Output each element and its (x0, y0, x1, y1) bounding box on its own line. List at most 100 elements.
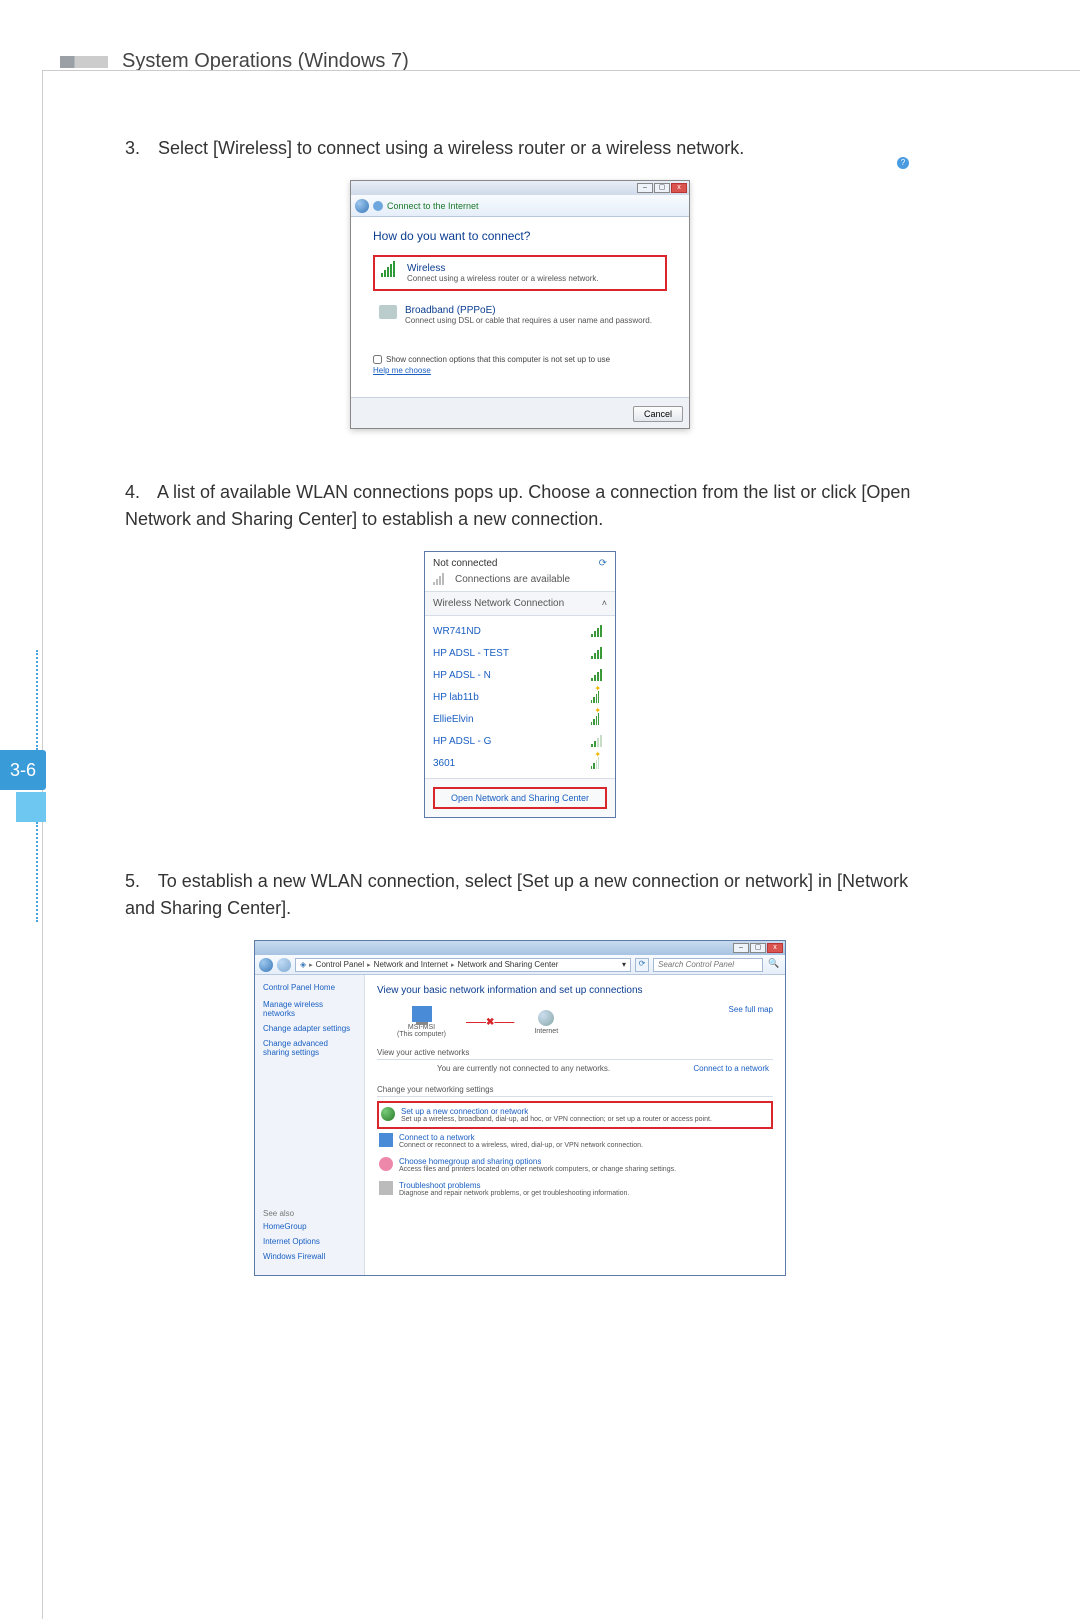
tab-square-icon (16, 792, 46, 822)
signal-star-icon (591, 713, 607, 725)
page-number-tab: 3-6 (0, 650, 46, 922)
window-titlebar: – ▢ x (255, 941, 785, 955)
this-computer-node: MSI-MSI (This computer) (397, 1006, 446, 1038)
see-also-link[interactable]: Windows Firewall (263, 1252, 325, 1261)
open-network-sharing-center-link[interactable]: Open Network and Sharing Center (433, 787, 607, 809)
forward-icon[interactable] (277, 958, 291, 972)
disconnected-icon: ——✖—— (466, 1017, 514, 1028)
main-pane: View your basic network information and … (365, 975, 785, 1275)
see-also-link[interactable]: Internet Options (263, 1237, 325, 1246)
homegroup-icon (379, 1157, 393, 1171)
search-input[interactable] (653, 958, 763, 972)
computer-name: MSI-MSI (397, 1024, 446, 1031)
item-title: Choose homegroup and sharing options (399, 1157, 676, 1166)
sidebar-link[interactable]: Manage wireless networks (263, 1000, 356, 1018)
forward-icon[interactable] (373, 201, 383, 211)
option-desc: Connect using DSL or cable that requires… (405, 316, 652, 325)
connect-network-item[interactable]: Connect to a networkConnect or reconnect… (377, 1129, 773, 1153)
wlan-item[interactable]: HP ADSL - G (433, 730, 607, 752)
refresh-icon[interactable]: ⟳ (599, 558, 607, 569)
see-full-map-link[interactable]: See full map (729, 1005, 773, 1014)
help-icon[interactable]: ? (897, 157, 909, 169)
minimize-icon[interactable]: – (637, 183, 653, 193)
wlan-name: HP ADSL - TEST (433, 648, 509, 659)
cancel-button[interactable]: Cancel (633, 406, 683, 422)
option-wireless[interactable]: Wireless Connect using a wireless router… (373, 255, 667, 291)
back-icon[interactable] (355, 199, 369, 213)
sidebar: Control Panel Home Manage wireless netwo… (255, 975, 365, 1275)
wlan-footer: Open Network and Sharing Center (425, 778, 615, 817)
network-sharing-center-window: – ▢ x ◈ ▸Control Panel ▸Network and Inte… (254, 940, 786, 1276)
signal-icon (591, 625, 607, 637)
sidebar-link[interactable]: Change adapter settings (263, 1024, 356, 1033)
option-title: Wireless (407, 263, 599, 274)
maximize-icon[interactable]: ▢ (750, 943, 766, 953)
close-icon[interactable]: x (671, 183, 687, 193)
step-text: A list of available WLAN connections pop… (125, 482, 910, 529)
breadcrumb: Connect to the Internet (351, 195, 689, 217)
wlan-item[interactable]: HP lab11b (433, 686, 607, 708)
step-number: 4. (125, 479, 153, 506)
header-bullet-icon (60, 56, 108, 68)
item-desc: Access files and printers located on oth… (399, 1166, 676, 1173)
wlan-name: HP ADSL - N (433, 670, 491, 681)
modem-icon (379, 305, 397, 319)
maximize-icon[interactable]: ▢ (654, 183, 670, 193)
wlan-item[interactable]: WR741ND (433, 620, 607, 642)
active-networks-message: You are currently not connected to any n… (437, 1064, 610, 1073)
connect-to-network-link[interactable]: Connect to a network (693, 1064, 769, 1073)
troubleshoot-item[interactable]: Troubleshoot problemsDiagnose and repair… (377, 1177, 773, 1201)
content-area: 3. Select [Wireless] to connect using a … (125, 135, 915, 1276)
page-number: 3-6 (0, 750, 46, 790)
refresh-icon[interactable]: ⟳ (635, 958, 649, 972)
window-titlebar: – ▢ x (351, 181, 689, 195)
connections-available-label: Connections are available (455, 574, 570, 585)
signal-weak-icon (591, 735, 607, 747)
setup-new-connection-item[interactable]: Set up a new connection or networkSet up… (377, 1101, 773, 1129)
homegroup-item[interactable]: Choose homegroup and sharing optionsAcce… (377, 1153, 773, 1177)
minimize-icon[interactable]: – (733, 943, 749, 953)
wlan-status: Not connected ⟳ Connections are availabl… (425, 552, 615, 591)
step-text: Select [Wireless] to connect using a wir… (158, 138, 744, 158)
sidebar-link[interactable]: Change advanced sharing settings (263, 1039, 356, 1057)
computer-icon (412, 1006, 432, 1022)
computer-sub: (This computer) (397, 1031, 446, 1038)
signal-star-icon (591, 691, 607, 703)
breadcrumb-path[interactable]: ◈ ▸Control Panel ▸Network and Internet ▸… (295, 958, 631, 972)
item-desc: Connect or reconnect to a wireless, wire… (399, 1142, 643, 1149)
wlan-section-header[interactable]: Wireless Network Connection ˄ (425, 591, 615, 616)
signal-icon (433, 573, 449, 585)
collapse-icon: ˄ (602, 598, 607, 609)
help-me-choose-link[interactable]: Help me choose (373, 366, 667, 375)
globe-icon (538, 1010, 554, 1026)
wlan-item[interactable]: HP ADSL - N (433, 664, 607, 686)
wlan-item[interactable]: EllieElvin (433, 708, 607, 730)
breadcrumb-text: Connect to the Internet (387, 201, 479, 211)
breadcrumb-segment: Network and Sharing Center (457, 960, 558, 969)
wlan-name: HP lab11b (433, 692, 479, 703)
see-also-link[interactable]: HomeGroup (263, 1222, 325, 1231)
option-title: Broadband (PPPoE) (405, 305, 652, 316)
see-also-section: See also HomeGroup Internet Options Wind… (263, 1209, 325, 1267)
networking-settings: Change your networking settings Set up a… (377, 1085, 773, 1201)
wizard-footer: Cancel (351, 397, 689, 428)
back-icon[interactable] (259, 958, 273, 972)
signal-icon (591, 669, 607, 681)
step-5: 5. To establish a new WLAN connection, s… (125, 868, 915, 922)
item-title: Set up a new connection or network (401, 1107, 712, 1116)
control-panel-home-link[interactable]: Control Panel Home (263, 983, 356, 992)
wlan-item[interactable]: 3601 (433, 752, 607, 774)
item-desc: Set up a wireless, broadband, dial-up, a… (401, 1116, 712, 1123)
close-icon[interactable]: x (767, 943, 783, 953)
step-text: To establish a new WLAN connection, sele… (125, 871, 908, 918)
option-broadband[interactable]: Broadband (PPPoE) Connect using DSL or c… (373, 299, 667, 331)
search-icon[interactable]: 🔍 (767, 958, 781, 972)
step-4: 4. A list of available WLAN connections … (125, 479, 915, 533)
troubleshoot-icon (379, 1181, 393, 1195)
show-options-checkbox[interactable] (373, 355, 382, 364)
step-3: 3. Select [Wireless] to connect using a … (125, 135, 915, 162)
network-map: MSI-MSI (This computer) ——✖—— Internet (377, 1006, 773, 1038)
wlan-list: WR741ND HP ADSL - TEST HP ADSL - N HP la… (425, 616, 615, 778)
wlan-item[interactable]: HP ADSL - TEST (433, 642, 607, 664)
wifi-bars-icon (381, 263, 399, 277)
